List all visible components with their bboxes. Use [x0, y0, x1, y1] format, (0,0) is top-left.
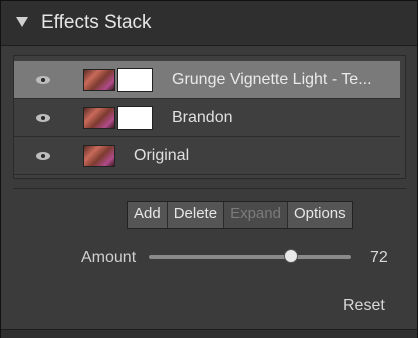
layer-row-grunge-vignette[interactable]: Grunge Vignette Light - Te... [14, 61, 400, 99]
layer-mask-thumbnail[interactable] [117, 106, 153, 130]
layer-mask-thumbnail[interactable] [117, 68, 153, 92]
layer-label: Brandon [172, 109, 233, 126]
panel-title: Effects Stack [41, 12, 152, 33]
amount-value: 72 [370, 249, 388, 266]
layer-thumbnail [83, 145, 115, 167]
layer-row-brandon[interactable]: Brandon [14, 99, 400, 137]
visibility-eye-icon[interactable] [36, 114, 50, 122]
options-button[interactable]: Options [287, 202, 352, 228]
panel-footer [1, 329, 417, 338]
layer-thumbnail [83, 69, 115, 91]
divider [13, 188, 406, 189]
panel-header[interactable]: Effects Stack [1, 1, 417, 46]
visibility-eye-icon[interactable] [36, 76, 50, 84]
reset-button[interactable]: Reset [343, 297, 385, 315]
effects-stack-panel: Effects Stack Grunge Vignette Light - Te… [0, 0, 418, 338]
expand-button[interactable]: Expand [224, 202, 288, 228]
layer-actions: Add Delete Expand Options [127, 201, 353, 229]
visibility-eye-icon[interactable] [36, 152, 50, 160]
amount-label: Amount [81, 249, 137, 266]
layer-thumbnail [83, 107, 115, 129]
layer-row-original[interactable]: Original [14, 137, 400, 175]
add-button[interactable]: Add [128, 202, 168, 228]
layer-label: Grunge Vignette Light - Te... [172, 71, 372, 88]
collapse-triangle-icon[interactable] [16, 17, 28, 27]
amount-slider[interactable] [149, 249, 351, 263]
amount-slider-knob[interactable] [284, 249, 298, 263]
delete-button[interactable]: Delete [167, 202, 225, 228]
layer-label: Original [134, 147, 190, 164]
